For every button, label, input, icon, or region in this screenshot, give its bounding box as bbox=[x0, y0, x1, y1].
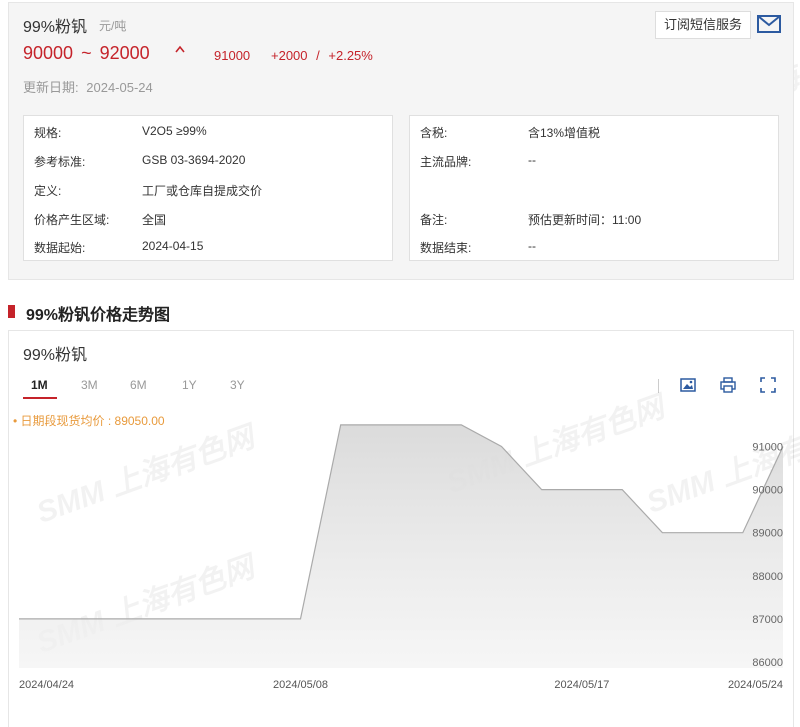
price-high: 92000 bbox=[99, 43, 150, 63]
spec-value: 工厂或仓库自提成交价 bbox=[142, 184, 263, 198]
update-date-label: 更新日期: bbox=[23, 80, 79, 95]
spec-key: 参考标准: bbox=[34, 155, 86, 169]
chart-product-name: 99%粉钒 bbox=[23, 347, 88, 364]
average-price-label: • 日期段现货均价 : 89050.00 bbox=[13, 414, 165, 428]
spec-key: 主流品牌: bbox=[420, 155, 472, 169]
spec-key: 规格: bbox=[34, 126, 62, 140]
price-low: 90000 bbox=[23, 43, 74, 63]
active-tab-underline bbox=[23, 397, 57, 399]
spec-key: 含税: bbox=[420, 126, 448, 140]
spec-key: 备注: bbox=[420, 213, 448, 227]
tab-1y[interactable]: 1Y bbox=[182, 378, 197, 392]
spec-value: V2O5 ≥99% bbox=[142, 124, 207, 138]
price-up-icon bbox=[175, 45, 185, 53]
tab-1m[interactable]: 1M bbox=[31, 378, 48, 392]
price-change: +2000 / +2.25% bbox=[271, 48, 373, 63]
tab-3y[interactable]: 3Y bbox=[230, 378, 245, 392]
subscribe-sms-button[interactable]: 订阅短信服务 bbox=[655, 11, 752, 39]
spec-value: -- bbox=[528, 239, 536, 253]
update-date: 更新日期: 2024-05-24 bbox=[23, 77, 153, 96]
image-icon[interactable] bbox=[680, 377, 696, 393]
price-unit: 元/吨 bbox=[99, 19, 127, 33]
price-summary-panel: 99%粉钒 元/吨 订阅短信服务 90000 ~ 92000 91000 +20… bbox=[8, 2, 794, 280]
spec-key: 价格产生区域: bbox=[34, 213, 110, 227]
print-icon[interactable] bbox=[720, 377, 736, 393]
spec-table-left: 规格: V2O5 ≥99% 参考标准: GSB 03-3694-2020 定义:… bbox=[23, 115, 393, 261]
toolbar-divider bbox=[658, 379, 659, 393]
update-date-value: 2024-05-24 bbox=[86, 80, 153, 95]
spec-value: 预估更新时间：11:00 bbox=[528, 213, 642, 227]
mail-icon[interactable] bbox=[757, 14, 781, 34]
section-marker bbox=[8, 305, 15, 318]
fullscreen-icon[interactable] bbox=[760, 377, 776, 393]
spec-key: 定义: bbox=[34, 184, 62, 198]
spec-value: 含13%增值税 bbox=[528, 126, 601, 140]
spec-key: 数据起始: bbox=[34, 241, 86, 255]
change-value: +2000 bbox=[271, 48, 308, 63]
spec-value: 2024-04-15 bbox=[142, 239, 204, 253]
price-range: 90000 ~ 92000 bbox=[23, 43, 150, 64]
spec-value: GSB 03-3694-2020 bbox=[142, 153, 246, 167]
spec-value: -- bbox=[528, 153, 536, 167]
price-range-tilde: ~ bbox=[81, 43, 92, 63]
section-title: 99%粉钒价格走势图 bbox=[26, 307, 171, 324]
change-percent: +2.25% bbox=[328, 48, 373, 63]
spec-key: 数据结束: bbox=[420, 241, 472, 255]
chart-panel: 99%粉钒 1M 3M 6M 1Y 3Y • 日期段现货均价 : 89050.0… bbox=[8, 330, 794, 727]
tab-6m[interactable]: 6M bbox=[130, 378, 147, 392]
tab-3m[interactable]: 3M bbox=[81, 378, 98, 392]
product-name: 99%粉钒 bbox=[23, 19, 88, 36]
spec-value: 全国 bbox=[142, 213, 167, 227]
change-separator: / bbox=[316, 48, 320, 63]
price-mid: 91000 bbox=[214, 48, 251, 63]
spec-table-right: 含税: 含13%增值税 主流品牌: -- 备注: 预估更新时间：11:00 数据… bbox=[409, 115, 779, 261]
